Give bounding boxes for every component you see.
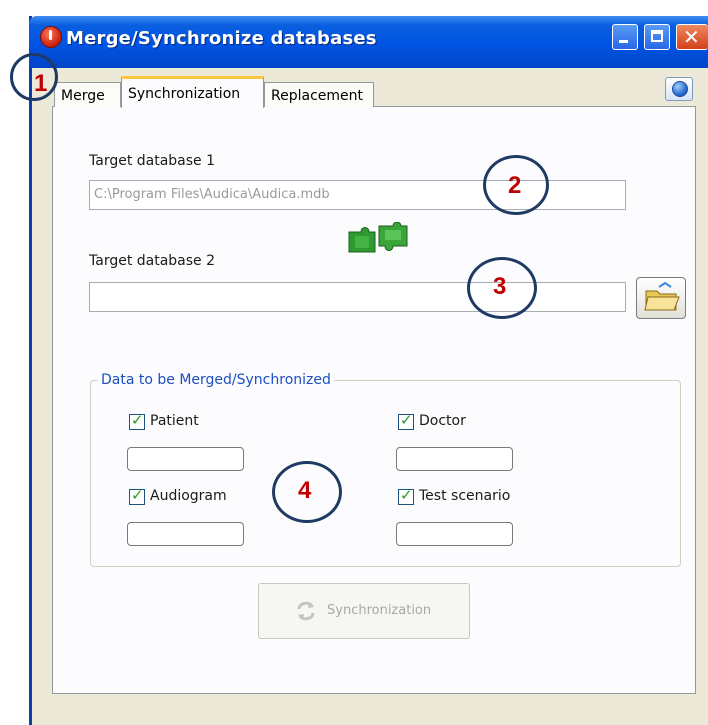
patient-label: Patient: [150, 413, 199, 429]
patient-count-field: [127, 447, 244, 471]
target-database-2-label: Target database 2: [89, 253, 216, 269]
test-scenario-label: Test scenario: [419, 488, 511, 504]
synchronization-button-label: Synchronization: [327, 603, 432, 618]
annotation-number-4: 4: [298, 477, 312, 504]
test-scenario-checkbox[interactable]: [398, 486, 414, 505]
window-title: Merge/Synchronize databases: [66, 28, 377, 49]
tab-merge[interactable]: Merge: [54, 82, 121, 107]
synchronization-button[interactable]: Synchronization: [258, 583, 470, 639]
puzzle-merge-icon: [348, 222, 408, 253]
doctor-label: Doctor: [419, 413, 466, 429]
audiogram-checkbox[interactable]: [129, 486, 145, 505]
annotation-number-1: 1: [34, 70, 48, 97]
target-database-1-label: Target database 1: [89, 153, 216, 169]
close-button[interactable]: ✕: [676, 24, 708, 50]
maximize-button[interactable]: [644, 24, 670, 50]
test-scenario-count-field: [396, 522, 513, 546]
audiogram-label: Audiogram: [150, 488, 227, 504]
audiogram-count-field: [127, 522, 244, 546]
app-logo-icon[interactable]: [40, 26, 62, 48]
close-icon: ✕: [683, 25, 700, 49]
folder-browse-icon: [644, 281, 680, 311]
sync-arrows-icon: [297, 601, 315, 621]
annotation-number-3: 3: [493, 273, 507, 300]
doctor-count-field: [396, 447, 513, 471]
minimize-button[interactable]: [612, 24, 638, 50]
maximize-icon: [651, 30, 663, 42]
browse-button[interactable]: [636, 277, 686, 319]
help-icon[interactable]: [665, 77, 693, 101]
tab-replacement[interactable]: Replacement: [264, 82, 374, 107]
minimize-icon: [619, 40, 628, 43]
annotation-number-2: 2: [508, 172, 522, 199]
tab-synchronization[interactable]: Synchronization: [121, 76, 264, 108]
group-legend: Data to be Merged/Synchronized: [98, 372, 334, 388]
patient-checkbox[interactable]: [129, 411, 145, 430]
target-database-2-field[interactable]: [89, 282, 626, 312]
doctor-checkbox[interactable]: [398, 411, 414, 430]
